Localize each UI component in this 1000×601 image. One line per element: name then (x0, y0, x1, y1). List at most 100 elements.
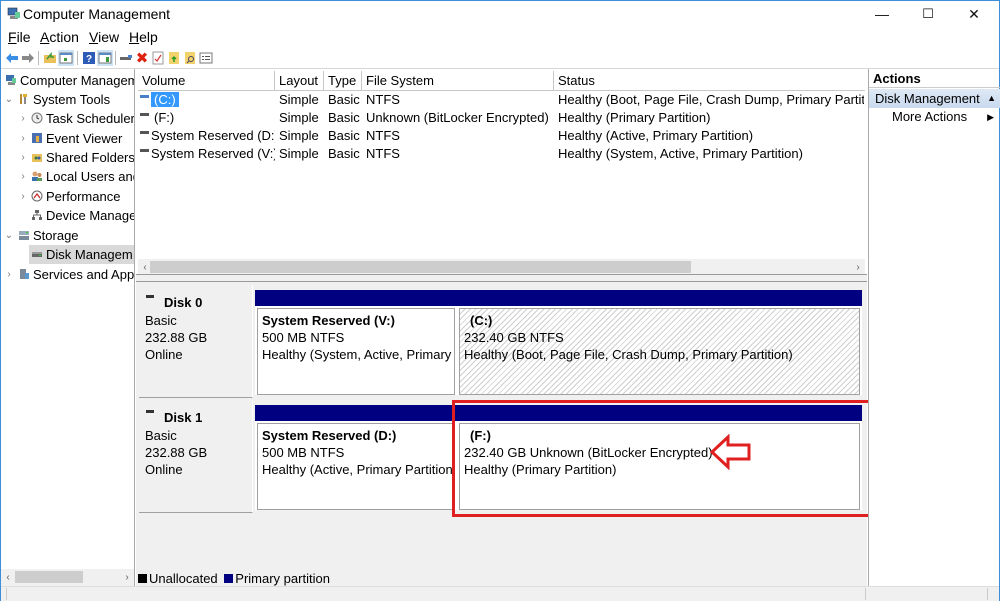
partition-title: System Reserved (V:) (262, 313, 395, 328)
volume-icon (140, 95, 149, 98)
computer-management-window: Computer Management — ☐ ✕ File Action Vi… (0, 0, 1000, 601)
unallocated-swatch (138, 574, 147, 583)
volume-layout: Simple (279, 146, 319, 161)
volume-file-system: Unknown (BitLocker Encrypted) (366, 110, 549, 125)
minimize-button[interactable]: — (859, 1, 905, 27)
show-hide-action-pane-icon[interactable] (97, 50, 113, 66)
menu-help-accel: H (129, 29, 140, 45)
actions-section-label: Disk Management (875, 91, 980, 106)
expand-chevron-icon[interactable]: › (4, 265, 14, 284)
expand-chevron-icon[interactable]: › (18, 148, 28, 167)
annotation-arrow-icon (709, 434, 751, 470)
tree-item-local-users[interactable]: › Local Users and (1, 167, 134, 186)
partition-size: 500 MB NTFS (262, 330, 345, 345)
volume-name-text: (C:) (151, 92, 179, 107)
volume-row[interactable]: System Reserved (V:) Simple Basic NTFS H… (138, 145, 865, 163)
disk-size: 232.88 GB (145, 445, 208, 460)
scrollbar-thumb[interactable] (15, 571, 83, 583)
volume-row[interactable]: (C:) Simple Basic NTFS Healthy (Boot, Pa… (138, 91, 865, 109)
help-icon[interactable]: ? (81, 50, 97, 66)
menu-bar: File Action View Help (1, 27, 999, 47)
scroll-right-icon[interactable]: › (120, 569, 134, 586)
status-divider (6, 588, 7, 600)
navigation-tree: Computer Managem ⌄ System Tools › Task S… (1, 69, 135, 586)
annotation-highlight-box (452, 400, 871, 517)
primary-partition-bar (255, 405, 457, 421)
tree-item-storage[interactable]: ⌄ Storage (1, 226, 134, 245)
close-button[interactable]: ✕ (951, 1, 997, 27)
tree-label: Storage (33, 228, 79, 243)
connect-drive-icon[interactable] (118, 50, 134, 66)
disk-icon (146, 295, 154, 298)
tree-item-computer-management[interactable]: Computer Managem (1, 71, 134, 90)
disk-0-info[interactable]: Disk 0 Basic 232.88 GB Online (139, 285, 253, 398)
menu-action[interactable]: Action (40, 29, 79, 45)
scroll-left-icon[interactable]: ‹ (1, 569, 15, 586)
back-icon[interactable] (4, 50, 20, 66)
column-header-type[interactable]: Type (324, 71, 362, 91)
system-tools-icon (20, 94, 27, 104)
partition-system-reserved-v[interactable]: System Reserved (V:) 500 MB NTFS Healthy… (255, 290, 457, 395)
partition-status: Healthy (Boot, Page File, Crash Dump, Pr… (464, 347, 793, 362)
up-folder-icon[interactable] (42, 50, 58, 66)
tree-item-task-scheduler[interactable]: › Task Scheduler (1, 109, 134, 128)
volume-file-system: NTFS (366, 146, 400, 161)
tree-item-performance[interactable]: › Performance (1, 187, 134, 206)
tree-item-disk-management[interactable]: Disk Managem (29, 245, 134, 264)
tree-item-system-tools[interactable]: ⌄ System Tools (1, 90, 134, 109)
tree-label: Device Manager (46, 208, 135, 223)
tree-label: Shared Folders (46, 150, 135, 165)
legend-unallocated: Unallocated (149, 571, 218, 586)
partition-title: System Reserved (D:) (262, 428, 397, 443)
status-divider (865, 588, 866, 600)
expand-chevron-icon[interactable]: ⌄ (4, 90, 14, 109)
pane-splitter[interactable] (136, 274, 867, 282)
expand-chevron-icon[interactable]: › (18, 109, 28, 128)
volume-file-system: NTFS (366, 128, 400, 143)
tree-item-event-viewer[interactable]: › Event Viewer (1, 129, 134, 148)
actions-section-disk-management[interactable]: Disk Management ▲ (869, 89, 1000, 108)
legend-primary-partition: Primary partition (235, 571, 330, 586)
menu-file[interactable]: File (8, 29, 31, 45)
expand-chevron-icon[interactable]: › (18, 129, 28, 148)
partition-status: Healthy (Active, Primary Partition) (262, 462, 455, 477)
disk-1-info[interactable]: Disk 1 Basic 232.88 GB Online (139, 400, 253, 513)
expand-chevron-icon[interactable]: ⌄ (4, 226, 14, 245)
folder-up-icon[interactable] (166, 50, 182, 66)
column-header-file-system[interactable]: File System (362, 71, 554, 91)
tree-item-device-manager[interactable]: Device Manager (1, 206, 135, 225)
column-header-status[interactable]: Status (554, 71, 865, 91)
scrollbar-thumb[interactable] (150, 261, 691, 273)
storage-icon (19, 231, 29, 240)
folder-search-icon[interactable] (182, 50, 198, 66)
properties-icon[interactable] (198, 50, 214, 66)
expand-chevron-icon[interactable]: › (18, 187, 28, 206)
delete-icon[interactable]: ✖ (134, 50, 150, 67)
tree-item-shared-folders[interactable]: › Shared Folders (1, 148, 135, 167)
collapse-up-icon[interactable]: ▲ (987, 89, 996, 108)
forward-icon[interactable] (20, 50, 36, 66)
column-header-layout[interactable]: Layout (275, 71, 324, 91)
primary-partition-bar (457, 290, 862, 306)
menu-view[interactable]: View (89, 29, 119, 45)
maximize-button[interactable]: ☐ (905, 1, 951, 27)
device-manager-icon (32, 210, 42, 220)
partition-system-reserved-d[interactable]: System Reserved (D:) 500 MB NTFS Healthy… (255, 405, 457, 510)
menu-view-label: iew (98, 29, 120, 45)
show-hide-tree-icon[interactable] (58, 50, 74, 66)
tree-item-services-applications[interactable]: › Services and App (1, 265, 134, 284)
disk-name: Disk 1 (164, 410, 203, 425)
action-more-actions[interactable]: More Actions ▶ (869, 108, 1000, 126)
partition-body: System Reserved (V:) 500 MB NTFS Healthy… (257, 308, 455, 395)
volume-row[interactable]: (F:) Simple Basic Unknown (BitLocker Enc… (138, 109, 865, 127)
expand-chevron-icon[interactable]: › (18, 167, 28, 186)
volume-row[interactable]: System Reserved (D:) Simple Basic NTFS H… (138, 127, 865, 145)
column-header-volume[interactable]: Volume (138, 71, 275, 91)
tree-horizontal-scrollbar[interactable]: ‹ › (1, 569, 134, 586)
volume-type: Basic (328, 128, 360, 143)
partition-c[interactable]: (C:) 232.40 GB NTFS Healthy (Boot, Page … (457, 290, 862, 395)
check-icon[interactable] (150, 50, 166, 66)
menu-help[interactable]: Help (129, 29, 158, 45)
partition-status: Healthy (System, Active, Primary Partiti… (262, 347, 454, 362)
disk-name: Disk 0 (164, 295, 203, 310)
